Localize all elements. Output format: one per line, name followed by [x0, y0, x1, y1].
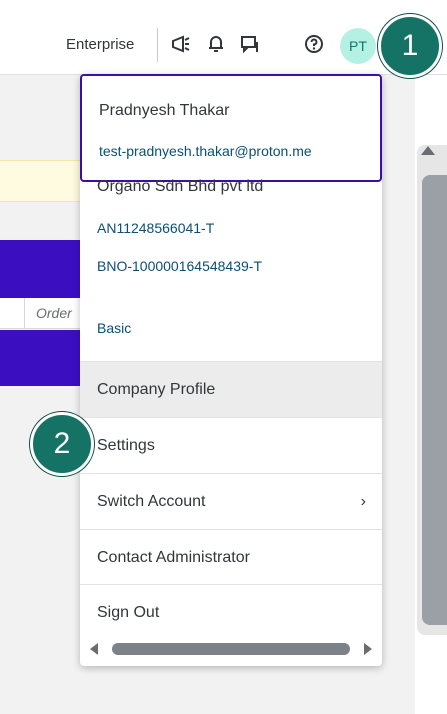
scroll-left-arrow-icon[interactable]	[90, 643, 98, 655]
organization-name: Organo Sdn Bhd pvt ltd	[97, 178, 264, 195]
bell-icon[interactable]	[205, 33, 227, 55]
enterprise-label[interactable]: Enterprise	[66, 36, 134, 53]
menu-item-settings[interactable]: Settings	[80, 417, 382, 473]
user-menu: Pradnyesh Thakar test-pradnyesh.thakar@p…	[80, 74, 382, 666]
user-email: test-pradnyesh.thakar@proton.me	[99, 143, 312, 159]
menu-item-switch-account[interactable]: Switch Account ›	[80, 473, 382, 529]
scroll-up-arrow-icon[interactable]	[421, 146, 435, 155]
menu-scroll-thumb[interactable]	[112, 643, 350, 655]
user-card[interactable]: Pradnyesh Thakar test-pradnyesh.thakar@p…	[80, 74, 382, 182]
menu-item-label: Switch Account	[97, 492, 206, 510]
page-scroll-thumb[interactable]	[422, 175, 447, 625]
help-icon[interactable]	[303, 33, 325, 55]
callout-badge-2: 2	[30, 412, 94, 476]
megaphone-icon[interactable]	[170, 33, 192, 55]
menu-item-label: Settings	[97, 436, 155, 454]
table-header-bar	[0, 240, 85, 298]
callout-badge-1: 1	[378, 14, 442, 78]
column-divider	[24, 298, 25, 328]
info-message-strip	[0, 160, 90, 202]
menu-item-label: Sign Out	[97, 603, 160, 621]
menu-item-company-profile[interactable]: Company Profile	[80, 361, 382, 417]
scroll-right-arrow-icon[interactable]	[364, 643, 372, 655]
chat-icon[interactable]	[239, 33, 261, 55]
organization-plan: Basic	[97, 320, 132, 336]
user-name: Pradnyesh Thakar	[99, 102, 230, 119]
organization-bno-id: BNO-100000164548439-T	[97, 258, 263, 274]
shell-divider	[157, 28, 158, 62]
order-column-label: Order	[36, 305, 72, 321]
menu-item-contact-administrator[interactable]: Contact Administrator	[80, 529, 382, 585]
menu-item-sign-out[interactable]: Sign Out	[80, 584, 382, 640]
menu-item-label: Company Profile	[97, 380, 216, 398]
menu-item-label: Contact Administrator	[97, 548, 250, 566]
organization-an-id: AN11248566041-T	[97, 220, 215, 236]
user-avatar[interactable]: PT	[340, 28, 376, 64]
menu-horizontal-scrollbar[interactable]	[86, 640, 376, 658]
chevron-right-icon: ›	[360, 493, 366, 510]
table-selected-row	[0, 330, 85, 386]
